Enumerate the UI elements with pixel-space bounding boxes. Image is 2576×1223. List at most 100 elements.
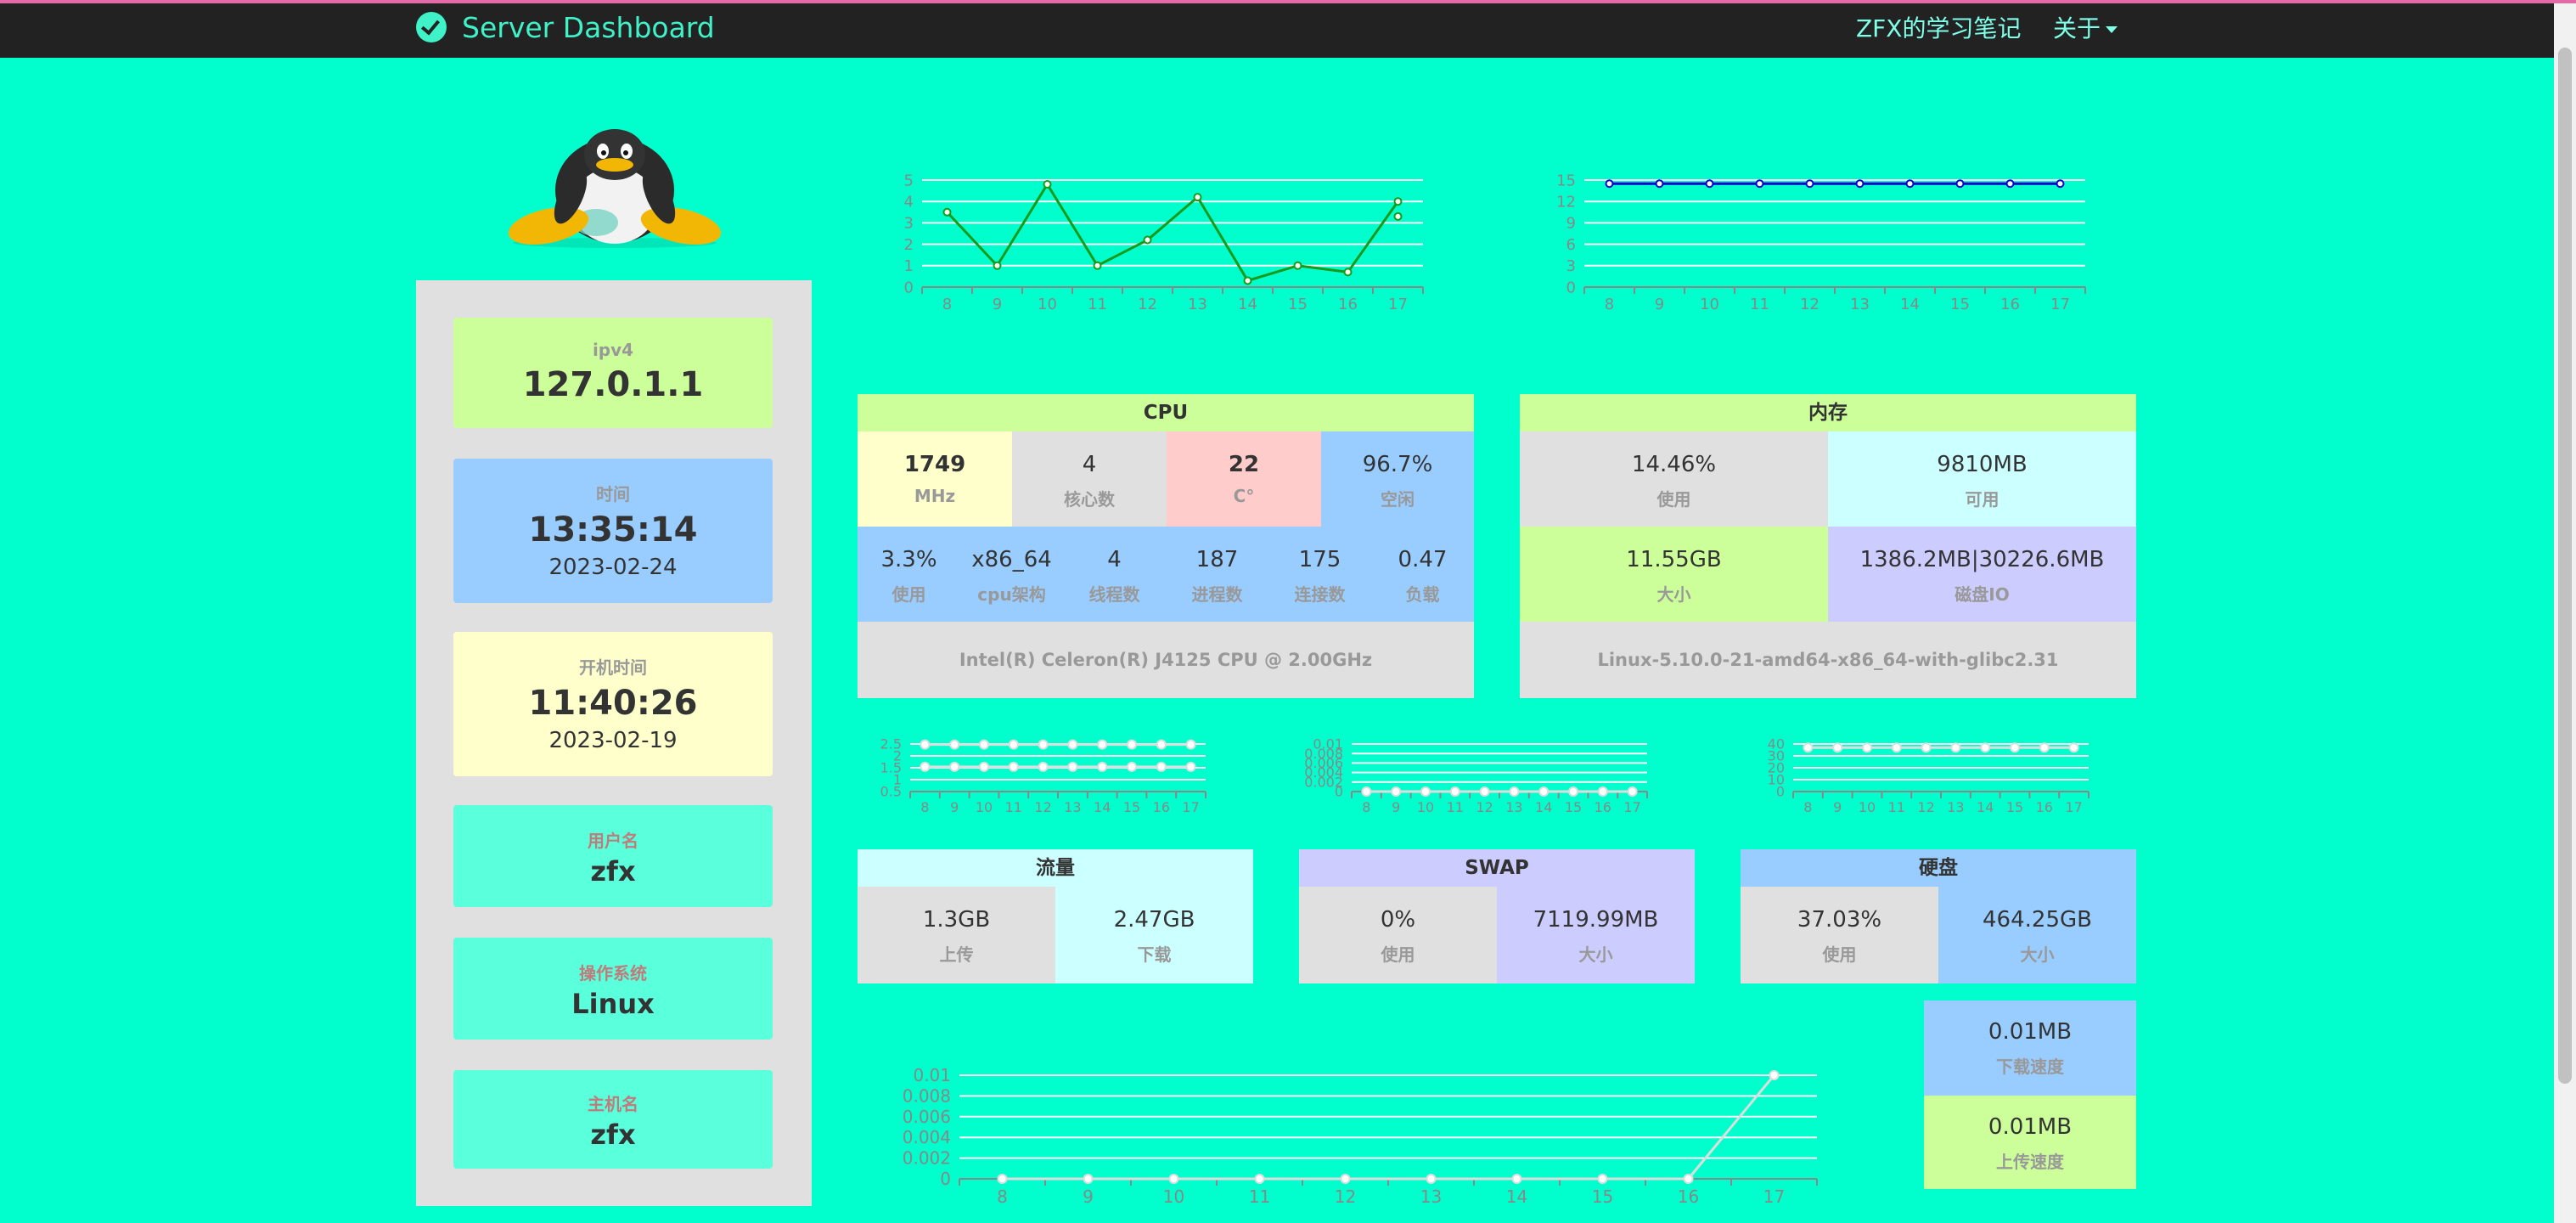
page-scrollbar[interactable] bbox=[2554, 3, 2576, 1223]
data-point[interactable] bbox=[1008, 739, 1019, 750]
data-point[interactable] bbox=[1097, 739, 1108, 750]
cpu-procs-cell: 187 进程数 bbox=[1166, 527, 1268, 622]
data-point[interactable] bbox=[1955, 179, 1965, 189]
data-point[interactable] bbox=[1391, 786, 1402, 797]
data-point[interactable] bbox=[1083, 1174, 1094, 1184]
data-point[interactable] bbox=[1891, 742, 1902, 753]
data-point[interactable] bbox=[1950, 742, 1961, 753]
data-point[interactable] bbox=[1921, 742, 1932, 753]
data-point[interactable] bbox=[1093, 261, 1102, 270]
x-tick-label: 16 bbox=[2000, 296, 2020, 313]
data-point[interactable] bbox=[1185, 761, 1196, 772]
x-tick-label: 13 bbox=[1947, 799, 1964, 815]
brand[interactable]: Server Dashboard bbox=[416, 8, 715, 46]
os-label: 操作系统 bbox=[579, 963, 647, 983]
data-point[interactable] bbox=[1627, 786, 1638, 797]
data-point[interactable] bbox=[1855, 179, 1865, 189]
data-point[interactable] bbox=[2068, 742, 2079, 753]
data-point[interactable] bbox=[1143, 235, 1152, 245]
data-point[interactable] bbox=[1769, 1070, 1780, 1080]
data-point[interactable] bbox=[1156, 761, 1167, 772]
swap-use-label: 使用 bbox=[1381, 944, 1415, 965]
cpu-use-label: 使用 bbox=[891, 584, 926, 605]
data-point[interactable] bbox=[1293, 261, 1302, 270]
data-point[interactable] bbox=[1655, 179, 1664, 189]
nav-about-dropdown[interactable]: 关于 bbox=[2053, 10, 2118, 44]
data-point[interactable] bbox=[1127, 761, 1137, 772]
data-point[interactable] bbox=[1243, 276, 1252, 285]
mem-size-value: 11.55GB bbox=[1626, 547, 1722, 572]
data-point[interactable] bbox=[1980, 742, 1991, 753]
x-tick-label: 17 bbox=[1623, 799, 1640, 815]
data-point[interactable] bbox=[1067, 739, 1078, 750]
data-point[interactable] bbox=[1862, 742, 1872, 753]
data-point[interactable] bbox=[997, 1174, 1008, 1184]
disk-chart: 0 10 20 30 40 8 9 10 11 12 13 14 15 16 17 bbox=[1741, 734, 2106, 827]
traffic-down-cell: 2.47GB 下载 bbox=[1055, 887, 1253, 983]
data-point[interactable] bbox=[949, 739, 960, 750]
data-point[interactable] bbox=[949, 761, 960, 772]
data-point[interactable] bbox=[2056, 179, 2065, 189]
data-point[interactable] bbox=[1426, 1174, 1437, 1184]
data-point[interactable] bbox=[1803, 742, 1814, 753]
data-point[interactable] bbox=[1038, 739, 1049, 750]
data-point[interactable] bbox=[1168, 1174, 1179, 1184]
y-tick-label: 12 bbox=[1556, 194, 1576, 211]
data-point[interactable] bbox=[1683, 1174, 1694, 1184]
data-point[interactable] bbox=[1127, 739, 1137, 750]
data-point[interactable] bbox=[1067, 761, 1078, 772]
data-point[interactable] bbox=[1905, 179, 1915, 189]
data-point[interactable] bbox=[1705, 179, 1714, 189]
data-point[interactable] bbox=[920, 739, 931, 750]
data-point[interactable] bbox=[2039, 742, 2050, 753]
data-point[interactable] bbox=[920, 761, 931, 772]
data-point[interactable] bbox=[1097, 761, 1108, 772]
cpu-load-cell: 0.47 负载 bbox=[1371, 527, 1474, 622]
data-point[interactable] bbox=[942, 207, 952, 217]
y-tick-label: 15 bbox=[1556, 172, 1576, 189]
data-point[interactable] bbox=[993, 261, 1002, 270]
traffic-down-value: 2.47GB bbox=[1113, 907, 1195, 933]
data-point[interactable] bbox=[1008, 761, 1019, 772]
data-point[interactable] bbox=[1043, 180, 1052, 189]
nav-link-notes[interactable]: ZFX的学习笔记 bbox=[1856, 10, 2021, 44]
os-card: 操作系统 Linux bbox=[453, 938, 773, 1040]
mem-use-cell: 14.46% 使用 bbox=[1520, 431, 1828, 527]
mem-avail-cell: 9810MB 可用 bbox=[1828, 431, 2136, 527]
data-point[interactable] bbox=[1420, 786, 1431, 797]
caret-down-icon bbox=[2106, 26, 2118, 33]
data-point[interactable] bbox=[1479, 786, 1490, 797]
data-point[interactable] bbox=[1393, 197, 1403, 206]
data-point[interactable] bbox=[1509, 786, 1520, 797]
brand-title[interactable]: Server Dashboard bbox=[462, 11, 715, 44]
data-point[interactable] bbox=[1449, 786, 1460, 797]
data-point[interactable] bbox=[1605, 179, 1614, 189]
cpu-arch-value: x86_64 bbox=[971, 547, 1052, 572]
data-point[interactable] bbox=[1361, 786, 1372, 797]
data-point[interactable] bbox=[1511, 1174, 1522, 1184]
boot-time-value: 11:40:26 bbox=[528, 684, 698, 723]
data-point[interactable] bbox=[1038, 761, 1049, 772]
data-point[interactable] bbox=[2010, 742, 2020, 753]
data-point[interactable] bbox=[1597, 1174, 1608, 1184]
data-point[interactable] bbox=[1832, 742, 1843, 753]
data-point[interactable] bbox=[1254, 1174, 1265, 1184]
data-point[interactable] bbox=[1393, 211, 1403, 221]
data-point[interactable] bbox=[1193, 193, 1202, 202]
data-point[interactable] bbox=[1343, 268, 1353, 277]
data-point[interactable] bbox=[1156, 739, 1167, 750]
cpu-temp-unit: C° bbox=[1233, 486, 1255, 506]
data-point[interactable] bbox=[1340, 1174, 1351, 1184]
data-point[interactable] bbox=[1185, 739, 1196, 750]
data-point[interactable] bbox=[1805, 179, 1814, 189]
data-point[interactable] bbox=[2005, 179, 2015, 189]
data-point[interactable] bbox=[979, 739, 989, 750]
data-point[interactable] bbox=[1568, 786, 1578, 797]
data-point[interactable] bbox=[1538, 786, 1550, 797]
scrollbar-thumb[interactable] bbox=[2558, 48, 2572, 1084]
data-point[interactable] bbox=[979, 761, 989, 772]
x-tick-label: 15 bbox=[2006, 799, 2023, 815]
data-point[interactable] bbox=[1755, 179, 1764, 189]
data-point[interactable] bbox=[1597, 786, 1608, 797]
disk-panel: 硬盘 37.03% 使用 464.25GB 大小 bbox=[1741, 849, 2136, 983]
